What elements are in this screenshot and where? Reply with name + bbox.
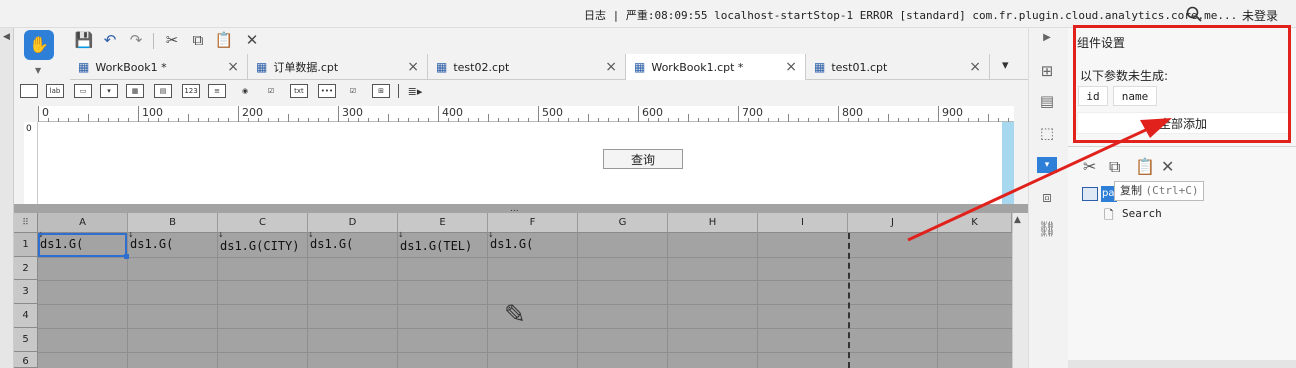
annotation-arrow	[907, 118, 1172, 242]
